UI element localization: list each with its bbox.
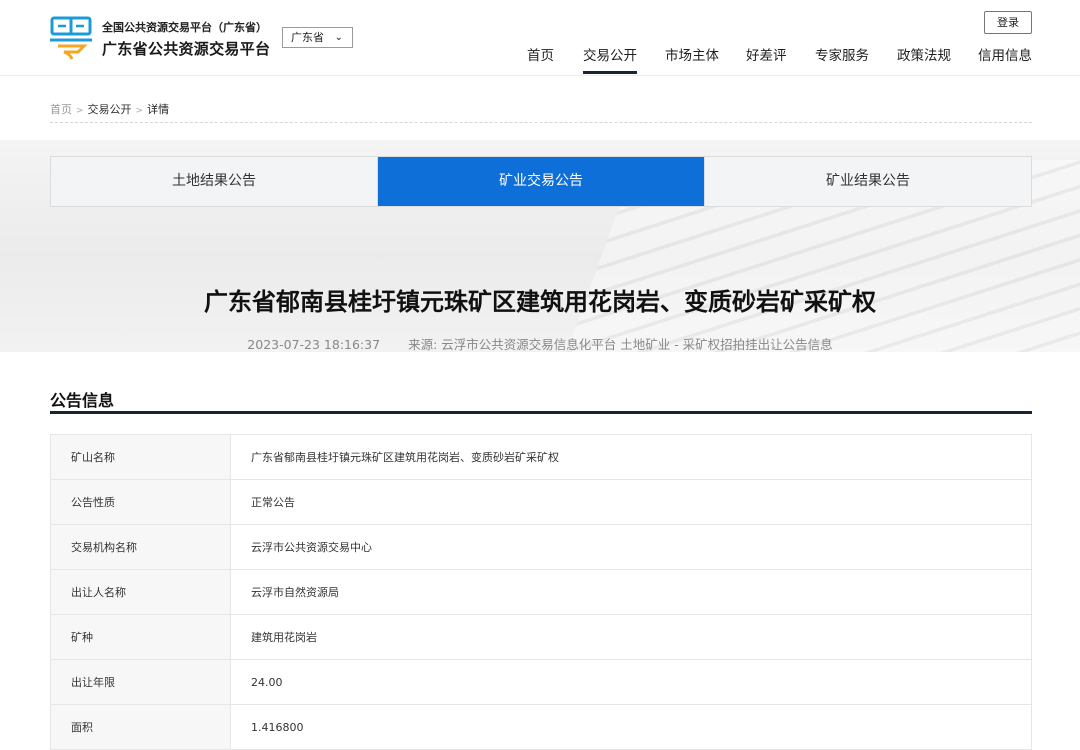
nav-item-expert-service[interactable]: 专家服务: [815, 44, 869, 64]
nav-item-credit[interactable]: 信用信息: [978, 44, 1032, 64]
row-label: 矿山名称: [50, 434, 231, 480]
chevron-down-icon: ⌄: [334, 32, 343, 43]
tab-land-result[interactable]: 土地结果公告: [51, 157, 377, 206]
section-title: 公告信息: [50, 391, 115, 410]
publish-datetime: 2023-07-23 18:16:37: [247, 337, 381, 352]
tab-mining-result[interactable]: 矿业结果公告: [704, 157, 1031, 206]
breadcrumb-home[interactable]: 首页: [50, 103, 72, 116]
yue-logo-icon[interactable]: [50, 16, 92, 60]
brand-subtitle: 全国公共资源交易平台（广东省）: [102, 21, 267, 34]
article-meta: 2023-07-23 18:16:37 来源: 云浮市公共资源交易信息化平台 土地…: [0, 334, 1080, 353]
table-row: 面积 1.416800: [50, 704, 1032, 750]
section-divider: [50, 411, 1032, 414]
row-value: 建筑用花岗岩: [230, 614, 1032, 660]
nav-item-rating[interactable]: 好差评: [746, 44, 787, 64]
article-source: 来源: 云浮市公共资源交易信息化平台 土地矿业 - 采矿权招拍挂出让公告信息: [408, 337, 833, 352]
table-row: 公告性质 正常公告: [50, 479, 1032, 525]
breadcrumb-trading[interactable]: 交易公开: [88, 103, 132, 116]
table-row: 出让年限 24.00: [50, 659, 1032, 705]
tab-mining-trade[interactable]: 矿业交易公告: [377, 157, 704, 206]
row-label: 出让人名称: [50, 569, 231, 615]
row-value: 1.416800: [230, 704, 1032, 750]
nav-item-policy[interactable]: 政策法规: [897, 44, 951, 64]
nav-item-market-entities[interactable]: 市场主体: [665, 44, 719, 64]
login-button[interactable]: 登录: [984, 11, 1032, 34]
site-header: 全国公共资源交易平台（广东省） 广东省公共资源交易平台 广东省 ⌄ 登录 首页 …: [0, 0, 1080, 76]
notice-info-table: 矿山名称 广东省郁南县桂圩镇元珠矿区建筑用花岗岩、变质砂岩矿采矿权 公告性质 正…: [50, 434, 1032, 750]
row-label: 矿种: [50, 614, 231, 660]
row-label: 面积: [50, 704, 231, 750]
breadcrumb-divider: [50, 122, 1032, 123]
table-row: 出让人名称 云浮市自然资源局: [50, 569, 1032, 615]
chevron-right-icon: >: [76, 106, 84, 116]
row-value: 正常公告: [230, 479, 1032, 525]
row-label: 出让年限: [50, 659, 231, 705]
region-select[interactable]: 广东省 ⌄: [282, 27, 353, 48]
row-label: 公告性质: [50, 479, 231, 525]
table-row: 矿山名称 广东省郁南县桂圩镇元珠矿区建筑用花岗岩、变质砂岩矿采矿权: [50, 434, 1032, 480]
page-title: 广东省郁南县桂圩镇元珠矿区建筑用花岗岩、变质砂岩矿采矿权: [204, 288, 876, 316]
table-row: 交易机构名称 云浮市公共资源交易中心: [50, 524, 1032, 570]
table-row: 矿种 建筑用花岗岩: [50, 614, 1032, 660]
row-label: 交易机构名称: [50, 524, 231, 570]
region-select-value: 广东省: [291, 31, 324, 44]
brand-title[interactable]: 广东省公共资源交易平台: [102, 38, 270, 59]
row-value: 24.00: [230, 659, 1032, 705]
nav-item-trading[interactable]: 交易公开: [583, 44, 637, 74]
breadcrumb: 首页 > 交易公开 > 详情: [50, 101, 169, 117]
row-value: 云浮市自然资源局: [230, 569, 1032, 615]
notice-tabs: 土地结果公告 矿业交易公告 矿业结果公告: [50, 156, 1032, 207]
row-value: 广东省郁南县桂圩镇元珠矿区建筑用花岗岩、变质砂岩矿采矿权: [230, 434, 1032, 480]
breadcrumb-current: 详情: [147, 103, 170, 116]
nav-item-home[interactable]: 首页: [527, 44, 554, 64]
chevron-right-icon: >: [135, 106, 144, 116]
row-value: 云浮市公共资源交易中心: [230, 524, 1032, 570]
